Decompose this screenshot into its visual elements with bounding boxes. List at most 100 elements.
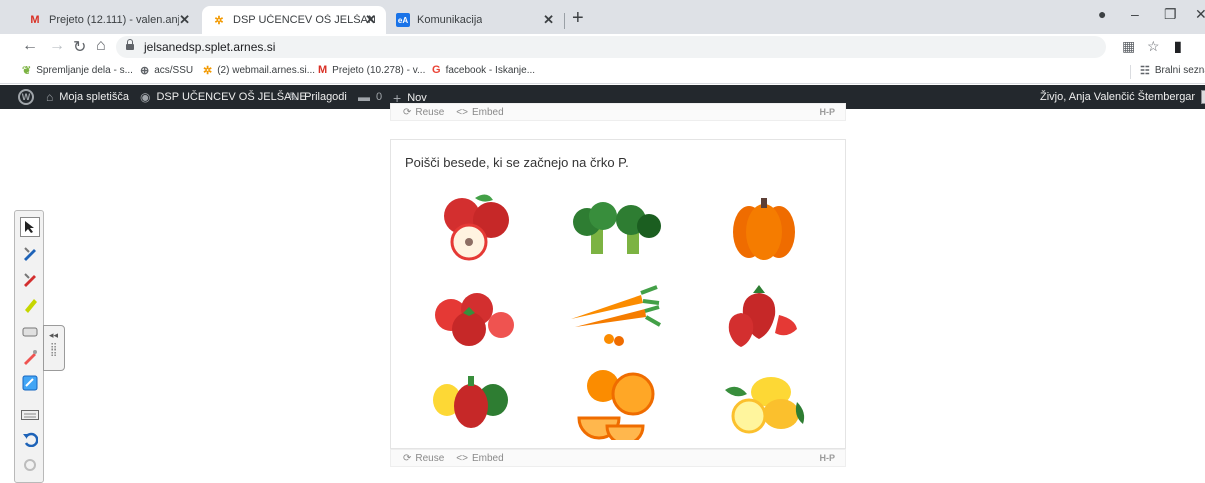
grip-icon: ⠿ ⠿: [50, 343, 59, 360]
reuse-icon: ⟳: [403, 106, 412, 118]
address-bar[interactable]: jelsanedsp.splet.arnes.si: [116, 36, 1106, 58]
screen-capture-icon[interactable]: [20, 373, 40, 393]
image-broccoli[interactable]: [561, 188, 671, 268]
page-content: ⟳ Reuse <> Embed H-P Poišči besede, ki se …: [0, 103, 1205, 483]
reload-icon[interactable]: ↻: [73, 37, 86, 57]
wp-customize[interactable]: ✎ Prilagodi: [288, 90, 347, 104]
bookmarks-bar: ❦ Spremljanje dela - s... ⊕ acs/SSU ✲ (2…: [0, 60, 1205, 84]
embed-button[interactable]: <> Embed: [456, 453, 503, 464]
reuse-button[interactable]: ⟳ Reuse: [403, 453, 444, 464]
image-oranges[interactable]: [561, 360, 671, 440]
image-apples[interactable]: [417, 188, 527, 268]
bookmark-label: acs/SSU: [154, 65, 194, 76]
image-pumpkin[interactable]: [709, 188, 819, 268]
ea-icon: eA: [396, 13, 410, 27]
pen-blue-icon[interactable]: [20, 243, 40, 263]
bookmark-item[interactable]: ❦ Spremljanje dela - s...: [22, 64, 133, 77]
h5p-logo: H-P: [819, 107, 836, 117]
gmail-icon: M: [30, 14, 40, 26]
close-icon[interactable]: ✕: [179, 12, 190, 28]
wp-account[interactable]: Živjo, Anja Valenčić Štembergar: [1040, 90, 1205, 104]
smart-tools-toolbar: [14, 210, 44, 483]
bookmark-label: (2) webmail.arnes.si...: [217, 65, 316, 76]
sites-icon: ⌂: [46, 90, 54, 104]
undo-icon[interactable]: [20, 429, 40, 449]
tab-title: Prejeto (12.111) - valen.anja@gm: [49, 14, 179, 26]
new-tab-button[interactable]: +: [572, 7, 584, 30]
bookmark-label: facebook - Iskanje...: [445, 64, 536, 76]
minimize-icon[interactable]: –: [1131, 6, 1139, 22]
toolbar-collapse-handle[interactable]: ◂◂ ⠿ ⠿: [43, 325, 65, 371]
bookmark-item[interactable]: ✲ (2) webmail.arnes.si...: [203, 64, 315, 77]
bookmark-item[interactable]: M Prejeto (10.278) - v...: [318, 64, 425, 76]
image-tomatoes[interactable]: [417, 275, 527, 355]
comment-icon: ▬: [358, 90, 370, 104]
globe-icon: ⊕: [140, 65, 150, 77]
embed-button[interactable]: <> Embed: [456, 107, 503, 118]
embed-icon: <>: [456, 106, 468, 118]
restore-icon[interactable]: ❐: [1164, 6, 1177, 23]
bookmark-item[interactable]: ⊕ acs/SSU: [140, 64, 193, 77]
forward-icon[interactable]: →: [49, 37, 65, 55]
bookmark-item[interactable]: G facebook - Iskanje...: [432, 64, 535, 76]
dashboard-icon: ◉: [140, 90, 151, 104]
h5p-activity: Poišči besede, ki se začnejo na črko P.: [390, 139, 846, 449]
home-icon[interactable]: ⌂: [96, 37, 106, 55]
reading-list[interactable]: ☷ Bralni sezna: [1140, 64, 1205, 77]
keyboard-icon[interactable]: [20, 405, 40, 425]
image-strawberries[interactable]: [709, 275, 819, 355]
tab-title: Komunikacija: [417, 14, 483, 26]
image-carrots[interactable]: [561, 275, 671, 355]
tab-title: DSP UČENCEV OŠ JELŠANE: [233, 14, 376, 26]
eraser-icon[interactable]: [20, 321, 40, 341]
h5p-logo: H-P: [819, 453, 836, 463]
pen-red-icon[interactable]: [20, 269, 40, 289]
extension-icon[interactable]: ▮: [1174, 38, 1182, 55]
star-logo-icon: ✲: [203, 65, 213, 77]
browser-tab-strip: M Prejeto (12.111) - valen.anja@gm ✕ ✲ D…: [0, 0, 1205, 34]
reading-list-label: Bralni sezna: [1154, 65, 1205, 76]
wp-comments[interactable]: ▬ 0: [358, 90, 382, 104]
qr-icon[interactable]: ▦: [1122, 38, 1135, 55]
question-text: Poišči besede, ki se začnejo na črko P.: [405, 155, 629, 170]
embed-icon: <>: [456, 452, 468, 464]
lock-icon: [126, 38, 134, 52]
bookmark-star-icon[interactable]: ☆: [1147, 38, 1160, 55]
wp-item-label: Moja spletišča: [59, 91, 129, 103]
tab-dsp[interactable]: ✲ DSP UČENCEV OŠ JELŠANE ✕: [202, 6, 386, 34]
profile-icon[interactable]: ●: [1098, 6, 1106, 22]
reuse-label: Reuse: [415, 452, 445, 464]
settings-icon[interactable]: [20, 455, 40, 475]
close-icon[interactable]: ✕: [365, 12, 376, 28]
reuse-label: Reuse: [415, 106, 445, 118]
reuse-button[interactable]: ⟳ Reuse: [403, 107, 444, 118]
collapse-arrow-icon: ◂◂: [49, 330, 59, 340]
browser-toolbar: ← → ↻ ⌂ jelsanedsp.splet.arnes.si ▦ ☆ ▮: [0, 34, 1205, 60]
avatar: [1201, 90, 1205, 104]
back-icon[interactable]: ←: [22, 37, 38, 55]
tab-gmail[interactable]: M Prejeto (12.111) - valen.anja@gm ✕: [18, 6, 200, 34]
wp-my-sites[interactable]: ⌂ Moja spletišča: [46, 90, 129, 104]
magic-pen-icon[interactable]: [20, 347, 40, 367]
select-arrow-icon[interactable]: [20, 217, 40, 237]
wp-item-label: Prilagodi: [304, 91, 347, 103]
wp-site-name[interactable]: ◉ DSP UČENCEV OŠ JELŠANE: [140, 90, 307, 104]
wordpress-logo-icon[interactable]: W: [18, 89, 34, 105]
tab-separator: [564, 13, 565, 29]
highlighter-icon[interactable]: [20, 295, 40, 315]
wp-item-label: DSP UČENCEV OŠ JELŠANE: [156, 91, 307, 103]
google-icon: G: [432, 64, 441, 76]
tab-komunikacija[interactable]: eA Komunikacija ✕: [386, 6, 564, 34]
image-peppers[interactable]: [417, 360, 527, 440]
brush-icon: ✎: [288, 90, 299, 104]
close-icon[interactable]: ✕: [543, 12, 554, 28]
h5p-footer-prev: ⟳ Reuse <> Embed H-P: [390, 103, 846, 121]
embed-label: Embed: [471, 452, 504, 464]
reading-list-icon: ☷: [1140, 65, 1150, 77]
image-lemons[interactable]: [709, 360, 819, 440]
bookmark-label: Prejeto (10.278) - v...: [332, 64, 426, 76]
embed-label: Embed: [471, 106, 504, 118]
bookmark-separator: [1130, 65, 1131, 79]
wp-comment-count: 0: [376, 91, 383, 103]
window-close-icon[interactable]: ✕: [1195, 6, 1205, 23]
